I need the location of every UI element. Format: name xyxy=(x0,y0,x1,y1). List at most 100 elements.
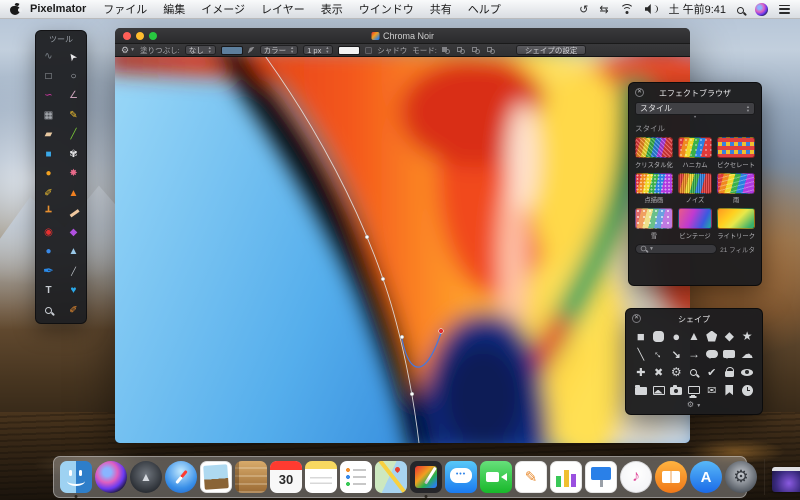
effect-category-select[interactable]: スタイル ▲ ▼ xyxy=(635,102,755,115)
effect-noise[interactable]: ノイズ xyxy=(677,172,713,204)
shape-diagonal-arrow[interactable]: ↘ xyxy=(667,345,685,363)
shape-camera[interactable] xyxy=(667,381,685,399)
time-machine-icon[interactable]: ↺ xyxy=(579,3,588,16)
tool-smudge[interactable]: ✾ xyxy=(61,145,86,165)
effect-pointillize[interactable]: 点描画 xyxy=(635,172,673,204)
effect-lightleak[interactable]: ライトリーク xyxy=(717,208,755,240)
menu-window[interactable]: ウインドウ xyxy=(359,1,414,17)
tool-clone-stamp[interactable]: ┻ xyxy=(36,203,61,223)
menu-layer[interactable]: レイヤー xyxy=(261,1,305,17)
shape-display[interactable] xyxy=(685,381,703,399)
tool-paint-bucket[interactable]: ■ xyxy=(36,145,61,165)
shape-pentagon[interactable] xyxy=(703,327,721,345)
dock-icon-app-store[interactable] xyxy=(690,461,722,493)
shape-line[interactable]: ╲ xyxy=(632,345,650,363)
dock-icon-photos[interactable] xyxy=(200,461,232,493)
shape-round-speech-bubble[interactable] xyxy=(703,345,721,363)
tool-healing[interactable]: ▬ xyxy=(61,203,86,223)
mode-intersect-icon[interactable] xyxy=(471,46,482,55)
stroke-width-stepper[interactable]: 1 px ▲ ▼ xyxy=(303,45,334,55)
shadow-checkbox[interactable] xyxy=(365,46,373,54)
siri-icon[interactable] xyxy=(755,2,768,16)
shape-circle[interactable]: ● xyxy=(667,327,685,345)
shape-square[interactable]: ■ xyxy=(632,327,650,345)
tool-type[interactable]: T xyxy=(36,281,61,301)
tool-options-gear-icon[interactable]: ⚙ ▼ xyxy=(121,45,135,56)
shape-triangle[interactable]: ▲ xyxy=(685,327,703,345)
dock-icon-system-preferences[interactable] xyxy=(725,461,757,493)
tool-burn[interactable]: ▲ xyxy=(61,184,86,204)
dock-icon-launchpad[interactable]: ▲ xyxy=(130,461,162,493)
tool-pencil[interactable]: ✎ xyxy=(61,106,86,126)
dock-icon-itunes[interactable] xyxy=(620,461,652,493)
apple-menu-icon[interactable] xyxy=(10,3,22,15)
dock-icon-finder[interactable] xyxy=(60,461,92,498)
mode-subtract-icon[interactable] xyxy=(456,46,467,55)
shape-lock[interactable] xyxy=(721,363,739,381)
panel-close-icon[interactable]: ✕ xyxy=(635,88,644,97)
dock-icon-reminders[interactable] xyxy=(340,461,372,493)
shape-cross[interactable]: ✖ xyxy=(650,363,668,381)
fill-type-select[interactable]: なし ▲ ▼ xyxy=(184,45,216,55)
effect-pixelate[interactable]: ピクセレート xyxy=(717,137,755,169)
shape-envelope[interactable]: ✉ xyxy=(703,381,721,399)
panel-close-icon[interactable]: ✕ xyxy=(632,314,641,323)
tool-red-eye[interactable]: ◉ xyxy=(36,223,61,243)
tool-zoom[interactable] xyxy=(36,301,61,321)
tool-blur[interactable]: ● xyxy=(36,242,61,262)
tool-slice[interactable]: ╱ xyxy=(61,125,86,145)
shape-picture[interactable] xyxy=(650,381,668,399)
tool-crop[interactable]: ▦ xyxy=(36,106,61,126)
dock-icon-safari[interactable] xyxy=(165,461,197,493)
shape-arrow[interactable]: → xyxy=(685,345,703,363)
effect-crystallize[interactable]: クリスタル化 xyxy=(635,137,673,169)
app-menu-pixelmator[interactable]: Pixelmator xyxy=(30,3,86,15)
dock-icon-maps[interactable] xyxy=(375,461,407,493)
shape-clock[interactable] xyxy=(738,381,756,399)
effect-vintage[interactable]: ビンテージ xyxy=(677,208,713,240)
menu-image[interactable]: イメージ xyxy=(201,1,245,17)
menu-file[interactable]: ファイル xyxy=(103,1,147,17)
dock-icon-contacts[interactable] xyxy=(235,461,267,493)
shape-diamond[interactable]: ◆ xyxy=(721,327,739,345)
fill-color-well[interactable] xyxy=(220,45,243,55)
wifi-icon[interactable] xyxy=(619,4,634,14)
shape-eye[interactable] xyxy=(738,363,756,381)
tool-color-swatch[interactable]: ● xyxy=(36,164,61,184)
dock-icon-facetime[interactable] xyxy=(480,461,512,493)
shapes-settings-gear-icon[interactable]: ⚙ ▼ xyxy=(632,400,756,409)
menu-view[interactable]: 表示 xyxy=(321,1,343,17)
shape-double-arrow[interactable]: ↔ xyxy=(650,345,668,363)
dock-icon-messages[interactable] xyxy=(445,461,477,493)
shape-gear[interactable]: ⚙ xyxy=(667,363,685,381)
menu-edit[interactable]: 編集 xyxy=(163,1,185,17)
effect-snow[interactable]: 雪 xyxy=(635,208,673,240)
tool-freeform-pen[interactable]: ╱ xyxy=(61,262,86,282)
menu-help[interactable]: ヘルプ xyxy=(468,1,501,17)
tool-blur-cone[interactable]: ▲ xyxy=(61,242,86,262)
sync-icon[interactable]: ⇆ xyxy=(599,3,608,16)
notification-center-icon[interactable] xyxy=(779,4,790,14)
zoom-button[interactable] xyxy=(149,31,157,40)
dock-icon-siri[interactable] xyxy=(95,461,127,493)
mode-exclude-icon[interactable] xyxy=(486,46,497,55)
tool-slice-pen[interactable]: ✐ xyxy=(61,301,86,321)
tool-move[interactable]: ∿ xyxy=(36,47,61,67)
effect-search-input[interactable]: ▼ xyxy=(635,243,718,254)
tool-rectangular-marquee[interactable]: □ xyxy=(36,67,61,87)
window-title-bar[interactable]: Chroma Noir xyxy=(115,28,690,44)
menu-bar-clock[interactable]: 土 午前9:41 xyxy=(669,1,726,17)
tool-eraser[interactable]: ▰ xyxy=(36,125,61,145)
dock-icon-minimized-window[interactable] xyxy=(772,467,800,492)
shape-rounded-square[interactable] xyxy=(650,327,668,345)
effect-honeycomb[interactable]: ハニカム xyxy=(677,137,713,169)
shape-folder[interactable] xyxy=(632,381,650,399)
dock-icon-ibooks[interactable] xyxy=(655,461,687,493)
spotlight-icon[interactable] xyxy=(737,6,744,14)
canvas[interactable] xyxy=(115,57,690,443)
mode-union-icon[interactable] xyxy=(441,46,452,55)
tool-elliptical-marquee[interactable]: ○ xyxy=(61,67,86,87)
minimize-button[interactable] xyxy=(136,31,144,40)
dock-icon-pages[interactable] xyxy=(515,461,547,493)
tool-spray[interactable]: ✸ xyxy=(61,164,86,184)
